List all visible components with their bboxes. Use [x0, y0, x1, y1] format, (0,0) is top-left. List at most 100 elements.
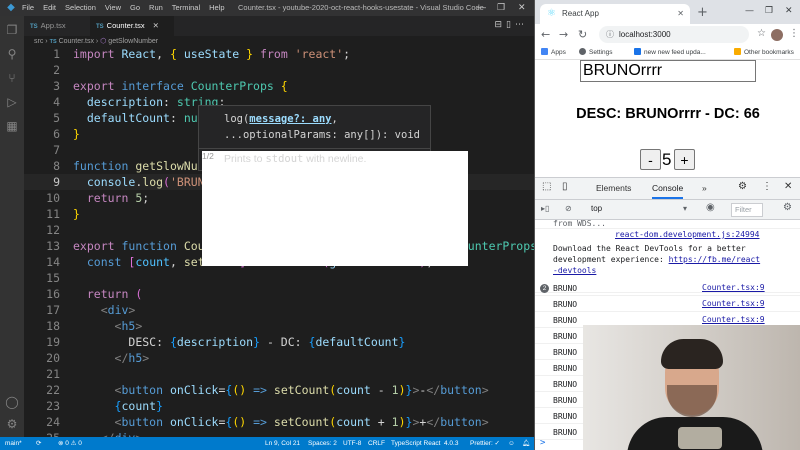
editor-actions[interactable]: ⊟▯⋯: [495, 20, 529, 30]
code-text: defaultCount: numb: [86, 111, 212, 125]
extensions-icon[interactable]: ▦: [4, 118, 20, 134]
maximize-icon[interactable]: ❐: [497, 2, 505, 13]
description-input[interactable]: [580, 60, 756, 82]
console-prompt[interactable]: >: [540, 438, 545, 448]
gear-icon[interactable]: ⚙: [738, 181, 747, 192]
indentation[interactable]: Spaces: 2: [308, 437, 337, 450]
feedback-icon[interactable]: ☺: [508, 437, 515, 450]
ts-version[interactable]: 4.0.3: [444, 437, 458, 450]
minimize-icon[interactable]: —: [745, 6, 754, 16]
chevron-down-icon[interactable]: ▾: [683, 204, 687, 213]
close-icon[interactable]: ✕: [784, 181, 792, 192]
source-link[interactable]: Counter.tsx:9: [702, 299, 765, 308]
bookmark-settings[interactable]: Settings: [579, 46, 613, 59]
cursor-position[interactable]: Ln 9, Col 21: [265, 437, 300, 450]
problems-indicator[interactable]: ⊗ 0 ⚠ 0: [58, 437, 82, 450]
menu-go[interactable]: Go: [130, 3, 140, 12]
new-tab-icon[interactable]: +: [697, 5, 708, 20]
browser-tab[interactable]: ⚛ React App ✕: [540, 4, 690, 24]
decrement-button[interactable]: -: [640, 149, 661, 170]
line-number: 23: [46, 399, 60, 413]
code-line: 2: [24, 62, 534, 78]
line-number: 14: [46, 255, 60, 269]
address-bar[interactable]: ⓘ localhost:3000: [599, 26, 749, 43]
forward-icon[interactable]: →: [559, 28, 568, 41]
encoding[interactable]: UTF-8: [343, 437, 361, 450]
description-heading: DESC: BRUNOrrrr - DC: 66: [576, 106, 760, 122]
maximize-icon[interactable]: ❐: [765, 6, 773, 16]
bell-icon[interactable]: 🔔︎: [522, 437, 530, 450]
bookmark-feed[interactable]: new new feed upda...: [634, 46, 706, 59]
line-number: 19: [46, 335, 60, 349]
sync-icon[interactable]: ⟳: [36, 437, 41, 450]
menu-edit[interactable]: Edit: [43, 3, 56, 12]
search-icon[interactable]: ⚲: [4, 46, 20, 62]
tab-title: React App: [562, 9, 599, 18]
close-icon[interactable]: ✕: [785, 6, 793, 16]
code-text: }: [73, 127, 80, 141]
back-icon[interactable]: ←: [541, 28, 550, 41]
code-text: return 5;: [86, 191, 150, 205]
counter: - 5 +: [535, 148, 800, 172]
menu-run[interactable]: Run: [149, 3, 163, 12]
close-tab-icon[interactable]: ✕: [677, 4, 684, 24]
more-icon[interactable]: ⋮: [789, 28, 799, 39]
branch-indicator[interactable]: main*: [5, 437, 22, 450]
tab-label: App.tsx: [40, 21, 66, 30]
gear-icon[interactable]: ⚙: [4, 416, 20, 432]
info-icon[interactable]: ⓘ: [606, 26, 614, 43]
more-tabs[interactable]: »: [702, 183, 707, 193]
code-text: return (: [86, 287, 143, 301]
menu-selection[interactable]: Selection: [65, 3, 96, 12]
reload-icon[interactable]: ↻: [578, 28, 587, 41]
more-icon[interactable]: ⋮: [762, 181, 772, 192]
inspect-icon[interactable]: ⬚: [542, 181, 551, 192]
menu-file[interactable]: File: [22, 3, 34, 12]
tab-counter-tsx[interactable]: TS Counter.tsx ✕: [90, 16, 174, 36]
context-select[interactable]: top: [591, 204, 602, 213]
minimize-icon[interactable]: —: [477, 2, 486, 12]
avatar[interactable]: [771, 29, 783, 41]
vscode-titlebar: ◆ File Edit Selection View Go Run Termin…: [0, 0, 534, 16]
menu-help[interactable]: Help: [209, 3, 224, 12]
files-icon[interactable]: ❐: [4, 22, 20, 38]
menu-terminal[interactable]: Terminal: [172, 3, 200, 12]
status-bar: main* ⟳ ⊗ 0 ⚠ 0 Ln 9, Col 21 Spaces: 2 U…: [0, 437, 534, 450]
prettier-status[interactable]: Prettier: ✓: [470, 437, 500, 450]
console-toolbar: ▸▯ ⊘ top ▾ ◉ Filter ⚙: [535, 200, 800, 220]
close-icon[interactable]: ✕: [518, 2, 526, 13]
close-tab-icon[interactable]: ✕: [153, 21, 159, 30]
source-link[interactable]: Counter.tsx:9: [702, 283, 765, 292]
line-number: 17: [46, 303, 60, 317]
line-number: 24: [46, 415, 60, 429]
line-ending[interactable]: CRLF: [368, 437, 385, 450]
line-number: 11: [46, 207, 60, 221]
filter-input[interactable]: Filter: [731, 203, 763, 217]
bookmark-other[interactable]: Other bookmarks: [734, 46, 794, 59]
bookmark-apps[interactable]: Apps: [541, 46, 566, 59]
line-number: 4: [53, 95, 60, 109]
code-line: 24 <button onClick={() => setCount(count…: [24, 414, 534, 430]
sidebar-icon[interactable]: ▸▯: [541, 204, 549, 213]
run-icon[interactable]: ▷: [4, 94, 20, 110]
source-link[interactable]: react-dom.development.js:24994: [615, 230, 760, 239]
typescript-icon: TS: [96, 24, 104, 30]
code-line: 22 <button onClick={() => setCount(count…: [24, 382, 534, 398]
tab-app-tsx[interactable]: TS App.tsx: [24, 16, 90, 36]
overload-counter[interactable]: 1/2: [202, 151, 468, 266]
source-control-icon[interactable]: ⑂: [4, 70, 20, 86]
clear-console-icon[interactable]: ⊘: [565, 204, 572, 213]
device-toolbar-icon[interactable]: ▯: [562, 181, 568, 192]
language-mode[interactable]: TypeScript React: [391, 437, 441, 450]
line-number: 22: [46, 383, 60, 397]
menu-view[interactable]: View: [105, 3, 121, 12]
tab-console[interactable]: Console: [652, 183, 684, 199]
eye-icon[interactable]: ◉: [706, 202, 715, 213]
bookmark-favicon: [634, 48, 641, 55]
star-icon[interactable]: ☆: [757, 28, 766, 39]
increment-button[interactable]: +: [674, 149, 695, 170]
gear-icon[interactable]: ⚙: [783, 202, 792, 213]
source-link[interactable]: Counter.tsx:9: [702, 315, 765, 324]
account-icon[interactable]: ◯: [4, 394, 20, 410]
tab-elements[interactable]: Elements: [596, 183, 631, 193]
